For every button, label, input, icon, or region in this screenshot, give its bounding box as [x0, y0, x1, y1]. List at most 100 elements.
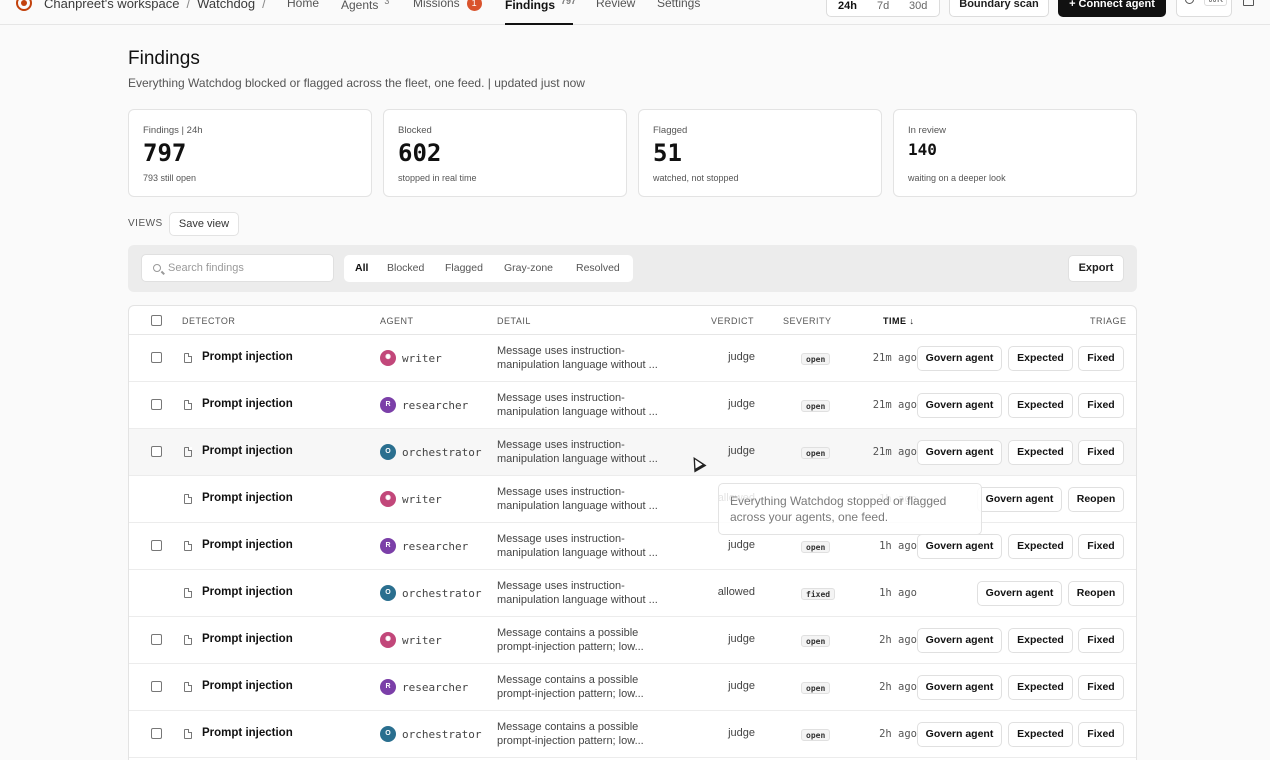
nav-review[interactable]: Review	[596, 0, 635, 10]
finding-detail[interactable]: Message contains a possible prompt-inject…	[497, 626, 677, 654]
watchdog-logo-icon[interactable]	[16, 0, 32, 11]
finding-detail[interactable]: Message uses instruction-manipulation la…	[497, 485, 677, 513]
nav-missions[interactable]: Missions 1	[413, 0, 482, 12]
agent-name[interactable]: writer	[402, 493, 442, 506]
nav-findings[interactable]: Findings 797	[505, 0, 576, 12]
govern-agent-button[interactable]: Govern agent	[917, 722, 1002, 747]
finding-detail[interactable]: Message uses instruction-manipulation la…	[497, 391, 677, 419]
filter-bar: All Blocked Flagged Gray-zone Resolved E…	[128, 245, 1137, 292]
table-row[interactable]: Prompt injection ✺ writer Message uses inst…	[129, 476, 1136, 523]
bell-icon[interactable]	[1243, 0, 1254, 6]
finding-detail[interactable]: Message contains a possible prompt-inject…	[497, 720, 677, 748]
tab-flagged[interactable]: Flagged	[445, 262, 483, 274]
reopen-button[interactable]: Reopen	[1068, 487, 1124, 512]
fixed-button[interactable]: Fixed	[1078, 346, 1124, 371]
agent-name[interactable]: researcher	[402, 540, 468, 553]
finding-detail[interactable]: Message uses instruction-manipulation la…	[497, 579, 677, 607]
breadcrumb-workspace[interactable]: Chanpreet's workspace	[44, 0, 179, 11]
breadcrumb-app[interactable]: Watchdog	[197, 0, 255, 11]
nav-settings[interactable]: Settings	[657, 0, 700, 10]
fixed-button[interactable]: Fixed	[1078, 393, 1124, 418]
table-row[interactable]: Prompt injection Oorchestrator Message use…	[129, 429, 1136, 476]
fixed-button[interactable]: Fixed	[1078, 440, 1124, 465]
reopen-button[interactable]: Reopen	[1068, 581, 1124, 606]
detector-name[interactable]: Prompt injection	[202, 351, 293, 363]
govern-agent-button[interactable]: Govern agent	[917, 628, 1002, 653]
expected-button[interactable]: Expected	[1008, 393, 1073, 418]
table-row[interactable]: Prompt injection Oorchestrator Message con…	[129, 711, 1136, 758]
govern-agent-button[interactable]: Govern agent	[977, 581, 1062, 606]
fixed-button[interactable]: Fixed	[1078, 675, 1124, 700]
table-row[interactable]: Prompt injection Rresearcher Message conta…	[129, 664, 1136, 711]
agent-name[interactable]: researcher	[402, 399, 468, 412]
tab-blocked[interactable]: Blocked	[387, 262, 424, 274]
fixed-button[interactable]: Fixed	[1078, 628, 1124, 653]
fixed-button[interactable]: Fixed	[1078, 534, 1124, 559]
govern-agent-button[interactable]: Govern agent	[917, 440, 1002, 465]
detector-name[interactable]: Prompt injection	[202, 398, 293, 410]
finding-detail[interactable]: Message uses instruction-manipulation la…	[497, 438, 677, 466]
connect-agent-button[interactable]: + Connect agent	[1058, 0, 1166, 17]
agent-name[interactable]: orchestrator	[402, 587, 481, 600]
row-checkbox[interactable]	[151, 352, 162, 363]
col-agent[interactable]: AGENT	[380, 316, 414, 326]
select-all-checkbox[interactable]	[151, 315, 162, 326]
range-24h[interactable]: 24h	[838, 0, 857, 12]
search-input[interactable]	[168, 260, 328, 276]
detector-name[interactable]: Prompt injection	[202, 633, 293, 645]
table-row[interactable]: Prompt injection Rresearcher Message uses …	[129, 523, 1136, 570]
finding-detail[interactable]: Message uses instruction-manipulation la…	[497, 532, 677, 560]
range-7d[interactable]: 7d	[877, 0, 889, 12]
govern-agent-button[interactable]: Govern agent	[917, 393, 1002, 418]
detector-name[interactable]: Prompt injection	[202, 492, 293, 504]
finding-detail[interactable]: Message contains a possible prompt-inject…	[497, 673, 677, 701]
table-row[interactable]: Prompt injection Rresearcher Message uses …	[129, 382, 1136, 429]
agent-name[interactable]: orchestrator	[402, 728, 481, 741]
finding-detail[interactable]: Message uses instruction-manipulation la…	[497, 344, 677, 372]
range-30d[interactable]: 30d	[909, 0, 927, 12]
detector-name[interactable]: Prompt injection	[202, 445, 293, 457]
export-button[interactable]: Export	[1068, 255, 1124, 282]
save-view-button[interactable]: Save view	[169, 212, 239, 236]
row-checkbox[interactable]	[151, 540, 162, 551]
govern-agent-button[interactable]: Govern agent	[917, 534, 1002, 559]
nav-home[interactable]: Home	[287, 0, 319, 10]
row-checkbox[interactable]	[151, 634, 162, 645]
row-checkbox[interactable]	[151, 399, 162, 410]
command-search-button[interactable]: ⌘K	[1176, 0, 1232, 17]
col-detector[interactable]: DETECTOR	[182, 316, 235, 326]
col-detail[interactable]: DETAIL	[497, 316, 531, 326]
boundary-scan-button[interactable]: Boundary scan	[949, 0, 1049, 17]
govern-agent-button[interactable]: Govern agent	[917, 346, 1002, 371]
col-verdict[interactable]: VERDICT	[711, 316, 754, 326]
nav-agents[interactable]: Agents 3	[341, 0, 389, 12]
tab-resolved[interactable]: Resolved	[576, 262, 620, 274]
agent-name[interactable]: orchestrator	[402, 446, 481, 459]
agent-name[interactable]: writer	[402, 352, 442, 365]
expected-button[interactable]: Expected	[1008, 440, 1073, 465]
agent-name[interactable]: writer	[402, 634, 442, 647]
expected-button[interactable]: Expected	[1008, 675, 1073, 700]
expected-button[interactable]: Expected	[1008, 722, 1073, 747]
expected-button[interactable]: Expected	[1008, 628, 1073, 653]
expected-button[interactable]: Expected	[1008, 346, 1073, 371]
table-row[interactable]: Prompt injection ✺ writer Message contains …	[129, 617, 1136, 664]
row-checkbox[interactable]	[151, 681, 162, 692]
tab-all[interactable]: All	[355, 262, 368, 274]
govern-agent-button[interactable]: Govern agent	[917, 675, 1002, 700]
col-time[interactable]: TIME ↓	[883, 316, 915, 326]
detector-name[interactable]: Prompt injection	[202, 539, 293, 551]
col-severity[interactable]: SEVERITY	[783, 316, 832, 326]
row-checkbox[interactable]	[151, 728, 162, 739]
agent-name[interactable]: researcher	[402, 681, 468, 694]
detector-name[interactable]: Prompt injection	[202, 586, 293, 598]
detector-name[interactable]: Prompt injection	[202, 727, 293, 739]
detector-name[interactable]: Prompt injection	[202, 680, 293, 692]
row-checkbox[interactable]	[151, 446, 162, 457]
tab-gray-zone[interactable]: Gray-zone	[504, 262, 553, 274]
expected-button[interactable]: Expected	[1008, 534, 1073, 559]
table-row[interactable]: Prompt injection ✺ writer Message uses inst…	[129, 335, 1136, 382]
fixed-button[interactable]: Fixed	[1078, 722, 1124, 747]
table-row[interactable]: Prompt injection Oorchestrator Message use…	[129, 570, 1136, 617]
govern-agent-button[interactable]: Govern agent	[977, 487, 1062, 512]
